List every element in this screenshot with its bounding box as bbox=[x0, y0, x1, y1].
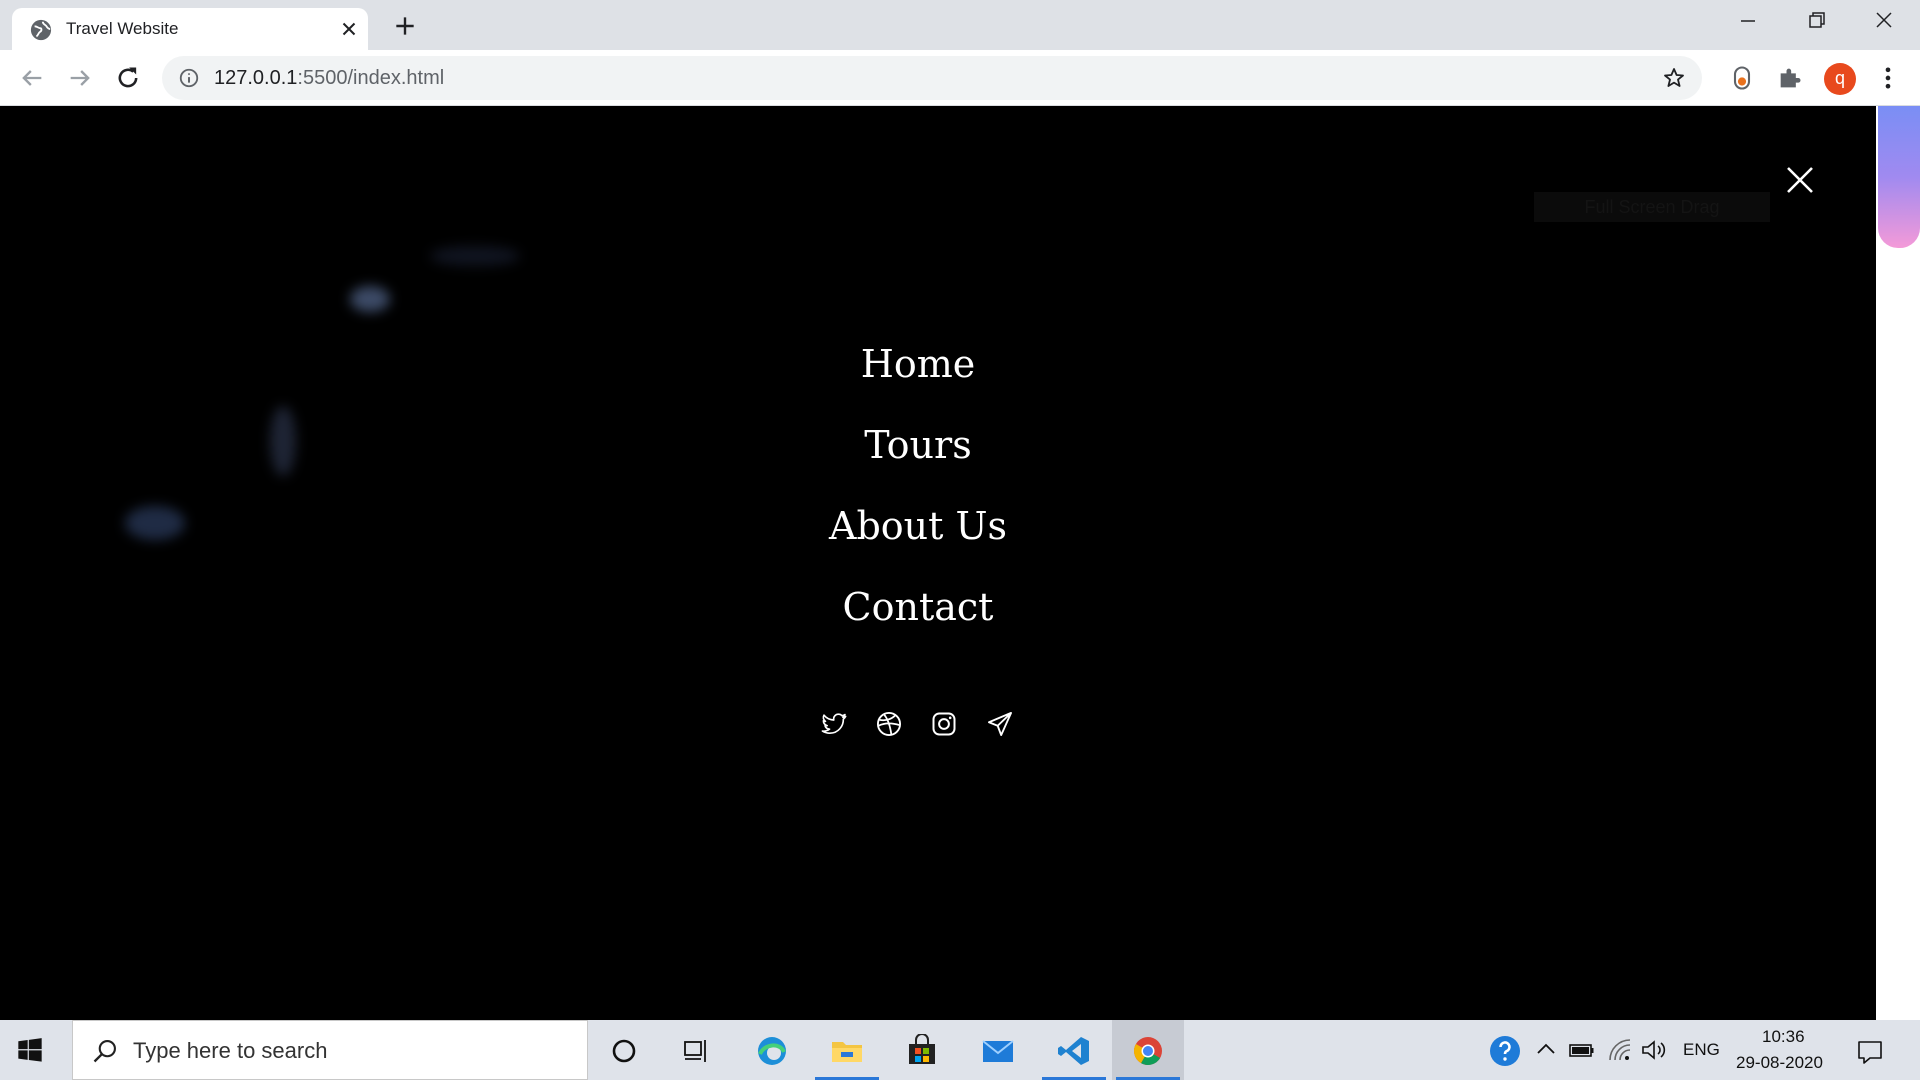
edge-icon bbox=[758, 1037, 786, 1065]
mail-button[interactable] bbox=[962, 1020, 1034, 1080]
browser-toolbar: 127.0.0.1:5500/index.html q bbox=[0, 50, 1920, 106]
store-button[interactable] bbox=[886, 1020, 958, 1080]
close-window-icon[interactable] bbox=[1866, 8, 1902, 34]
restore-icon[interactable] bbox=[1798, 8, 1834, 34]
task-view-button[interactable] bbox=[660, 1020, 732, 1080]
edge-button[interactable] bbox=[736, 1020, 808, 1080]
star-icon[interactable] bbox=[1662, 66, 1686, 90]
notifications-icon[interactable] bbox=[1856, 1038, 1884, 1066]
menu-link-about-us[interactable]: About Us bbox=[0, 504, 1836, 548]
address-bar[interactable]: 127.0.0.1:5500/index.html bbox=[162, 56, 1702, 100]
vscode-icon bbox=[1058, 1037, 1089, 1065]
language-indicator[interactable]: ENG bbox=[1683, 1040, 1720, 1060]
file-explorer-button[interactable] bbox=[811, 1020, 883, 1080]
clock-date[interactable]: 29-08-2020 bbox=[1736, 1053, 1823, 1073]
taskbar-search[interactable]: Type here to search bbox=[72, 1020, 588, 1080]
vscode-button[interactable] bbox=[1038, 1020, 1110, 1080]
cortana-button[interactable] bbox=[588, 1020, 660, 1080]
fullscreen-menu: Home Tours About Us Contact bbox=[0, 106, 1876, 1020]
file-explorer-icon bbox=[832, 1042, 862, 1062]
tab-title: Travel Website bbox=[66, 19, 179, 38]
search-placeholder: Type here to search bbox=[133, 1038, 328, 1063]
help-icon[interactable] bbox=[1488, 1034, 1522, 1068]
extension-timer-icon[interactable] bbox=[1728, 64, 1756, 92]
back-icon[interactable] bbox=[18, 64, 46, 92]
social-links bbox=[820, 710, 1020, 742]
url-path: :5500/index.html bbox=[297, 67, 445, 89]
dribbble-icon[interactable] bbox=[875, 710, 903, 738]
url-text[interactable]: 127.0.0.1:5500/index.html bbox=[214, 67, 444, 90]
reload-icon[interactable] bbox=[114, 64, 142, 92]
menu-link-contact[interactable]: Contact bbox=[0, 585, 1836, 629]
info-icon[interactable] bbox=[178, 67, 200, 89]
chevron-up-icon[interactable] bbox=[1532, 1036, 1560, 1064]
minimize-icon[interactable] bbox=[1730, 8, 1766, 34]
tab-strip: Travel Website bbox=[0, 0, 1920, 50]
chrome-icon bbox=[1134, 1037, 1162, 1065]
globe-icon bbox=[30, 19, 52, 41]
menu-link-home[interactable]: Home bbox=[0, 342, 1836, 386]
store-icon bbox=[909, 1034, 935, 1064]
mail-icon bbox=[982, 1040, 1014, 1062]
extensions-puzzle-icon[interactable] bbox=[1776, 64, 1804, 92]
menu-link-tours[interactable]: Tours bbox=[0, 423, 1836, 467]
task-view-icon bbox=[684, 1040, 706, 1062]
menu-kebab-icon[interactable] bbox=[1874, 64, 1902, 92]
new-tab-icon[interactable] bbox=[392, 13, 418, 39]
page-viewport: Full Screen Drag Home Tours About Us Con… bbox=[0, 106, 1876, 1020]
instagram-icon[interactable] bbox=[930, 710, 958, 738]
clock-time[interactable]: 10:36 bbox=[1762, 1027, 1805, 1047]
scrollbar-thumb[interactable] bbox=[1878, 106, 1920, 248]
close-tab-icon[interactable] bbox=[338, 18, 360, 40]
cortana-icon bbox=[612, 1039, 636, 1063]
telegram-icon[interactable] bbox=[986, 710, 1014, 738]
battery-icon[interactable] bbox=[1568, 1036, 1596, 1064]
profile-avatar[interactable]: q bbox=[1824, 63, 1856, 95]
chrome-button[interactable] bbox=[1112, 1020, 1184, 1080]
windows-taskbar: Type here to search ENG 10:36 29-08-2020 bbox=[0, 1020, 1920, 1080]
forward-icon[interactable] bbox=[66, 64, 94, 92]
url-host: 127.0.0.1 bbox=[214, 67, 298, 89]
twitter-icon[interactable] bbox=[820, 710, 848, 738]
wifi-icon[interactable] bbox=[1606, 1036, 1634, 1064]
windows-start-icon[interactable] bbox=[16, 1036, 44, 1064]
search-icon bbox=[93, 1040, 116, 1063]
volume-icon[interactable] bbox=[1640, 1036, 1668, 1064]
browser-tab[interactable]: Travel Website bbox=[12, 8, 368, 50]
